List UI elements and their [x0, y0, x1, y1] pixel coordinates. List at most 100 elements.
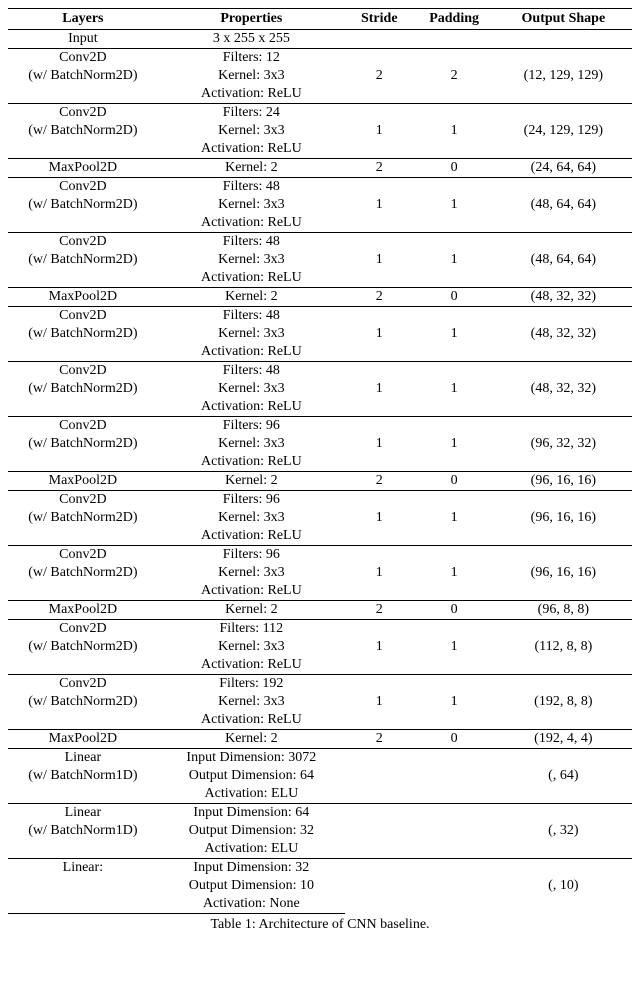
- cell-stride: 1: [345, 675, 414, 730]
- cell-output: (48, 32, 32): [495, 288, 632, 307]
- cell-output: (96, 32, 32): [495, 417, 632, 472]
- cell-layer-empty: [8, 711, 158, 730]
- cell-layer: Conv2D: [8, 417, 158, 436]
- cell-layer: Conv2D: [8, 178, 158, 197]
- table-row: MaxPool2DKernel: 220(24, 64, 64): [8, 159, 632, 178]
- cell-stride: 1: [345, 546, 414, 601]
- cell-layer-empty: [8, 656, 158, 675]
- cell-properties: Kernel: 2: [158, 288, 345, 307]
- cell-padding: [414, 859, 495, 914]
- cell-layer-empty: [8, 582, 158, 601]
- cell-prop2: Kernel: 3x3: [158, 380, 345, 398]
- header-output-shape: Output Shape: [495, 9, 632, 30]
- cell-stride: [345, 749, 414, 804]
- cell-layer-sub: (w/ BatchNorm2D): [8, 67, 158, 85]
- cell-output: (96, 16, 16): [495, 472, 632, 491]
- cell-prop1: Filters: 48: [158, 178, 345, 197]
- cell-prop2: Kernel: 3x3: [158, 67, 345, 85]
- cell-prop3: Activation: ReLU: [158, 85, 345, 104]
- table-row: Conv2DFilters: 4811(48, 32, 32): [8, 307, 632, 326]
- table-row: MaxPool2DKernel: 220(96, 8, 8): [8, 601, 632, 620]
- cell-stride: 1: [345, 362, 414, 417]
- cell-padding: 0: [414, 601, 495, 620]
- cell-padding: [414, 804, 495, 859]
- table-row: Conv2DFilters: 11211(112, 8, 8): [8, 620, 632, 639]
- architecture-table: Layers Properties Stride Padding Output …: [8, 8, 632, 914]
- cell-prop3: Activation: ReLU: [158, 398, 345, 417]
- cell-layer-empty: [8, 269, 158, 288]
- cell-layer: MaxPool2D: [8, 472, 158, 491]
- cell-layer-sub: (w/ BatchNorm2D): [8, 693, 158, 711]
- cell-prop1: Input Dimension: 32: [158, 859, 345, 878]
- table-row: Conv2DFilters: 1222(12, 129, 129): [8, 49, 632, 68]
- cell-stride: 1: [345, 417, 414, 472]
- table-row: Conv2DFilters: 4811(48, 32, 32): [8, 362, 632, 381]
- table-row: Conv2DFilters: 4811(48, 64, 64): [8, 233, 632, 252]
- cell-output: [495, 30, 632, 49]
- table-row: Conv2DFilters: 9611(96, 16, 16): [8, 546, 632, 565]
- table-row: MaxPool2DKernel: 220(48, 32, 32): [8, 288, 632, 307]
- cell-layer: Input: [8, 30, 158, 49]
- cell-prop1: Filters: 48: [158, 362, 345, 381]
- cell-prop2: Kernel: 3x3: [158, 564, 345, 582]
- cell-padding: 1: [414, 620, 495, 675]
- cell-prop2: Kernel: 3x3: [158, 122, 345, 140]
- cell-prop1: Filters: 96: [158, 491, 345, 510]
- cell-padding: 1: [414, 675, 495, 730]
- cell-layer-empty: [8, 398, 158, 417]
- cell-layer: MaxPool2D: [8, 159, 158, 178]
- cell-stride: 2: [345, 288, 414, 307]
- cell-stride: 1: [345, 620, 414, 675]
- cell-output: (, 10): [495, 859, 632, 914]
- cell-padding: 1: [414, 178, 495, 233]
- cell-output: (96, 16, 16): [495, 546, 632, 601]
- cell-output: (24, 129, 129): [495, 104, 632, 159]
- cell-layer-sub: (w/ BatchNorm1D): [8, 822, 158, 840]
- table-row: MaxPool2DKernel: 220(192, 4, 4): [8, 730, 632, 749]
- cell-output: (, 64): [495, 749, 632, 804]
- cell-stride: 1: [345, 307, 414, 362]
- cell-output: (48, 64, 64): [495, 178, 632, 233]
- cell-prop3: Activation: ReLU: [158, 453, 345, 472]
- cell-layer-empty: [8, 343, 158, 362]
- cell-layer-empty: [8, 840, 158, 859]
- cell-prop3: Activation: ELU: [158, 785, 345, 804]
- cell-properties: Kernel: 2: [158, 730, 345, 749]
- cell-padding: 1: [414, 491, 495, 546]
- table-row: Linear:Input Dimension: 32(, 10): [8, 859, 632, 878]
- cell-output: (96, 16, 16): [495, 491, 632, 546]
- cell-output: (24, 64, 64): [495, 159, 632, 178]
- cell-stride: 1: [345, 178, 414, 233]
- header-padding: Padding: [414, 9, 495, 30]
- cell-prop1: Filters: 96: [158, 546, 345, 565]
- cell-prop2: Kernel: 3x3: [158, 693, 345, 711]
- cell-padding: 0: [414, 288, 495, 307]
- cell-layer-sub: (w/ BatchNorm2D): [8, 638, 158, 656]
- cell-stride: [345, 804, 414, 859]
- cell-layer: Conv2D: [8, 675, 158, 694]
- cell-prop3: Activation: ReLU: [158, 656, 345, 675]
- cell-stride: 2: [345, 730, 414, 749]
- cell-prop3: Activation: ReLU: [158, 527, 345, 546]
- table-row: Conv2DFilters: 2411(24, 129, 129): [8, 104, 632, 123]
- cell-prop3: Activation: ELU: [158, 840, 345, 859]
- cell-prop2: Kernel: 3x3: [158, 196, 345, 214]
- cell-padding: 2: [414, 49, 495, 104]
- cell-prop1: Filters: 112: [158, 620, 345, 639]
- table-caption: Table 1: Architecture of CNN baseline.: [8, 917, 632, 933]
- cell-stride: [345, 30, 414, 49]
- table-row: Conv2DFilters: 19211(192, 8, 8): [8, 675, 632, 694]
- cell-stride: 1: [345, 233, 414, 288]
- table-row: LinearInput Dimension: 64(, 32): [8, 804, 632, 823]
- cell-prop1: Input Dimension: 64: [158, 804, 345, 823]
- cell-layer-sub: (w/ BatchNorm1D): [8, 767, 158, 785]
- cell-output: (96, 8, 8): [495, 601, 632, 620]
- cell-layer: Linear:: [8, 859, 158, 878]
- cell-padding: [414, 749, 495, 804]
- cell-layer-empty: [8, 895, 158, 914]
- cell-layer-sub: (w/ BatchNorm2D): [8, 325, 158, 343]
- cell-layer-empty: [8, 453, 158, 472]
- cell-output: (12, 129, 129): [495, 49, 632, 104]
- cell-layer: MaxPool2D: [8, 601, 158, 620]
- cell-layer: MaxPool2D: [8, 288, 158, 307]
